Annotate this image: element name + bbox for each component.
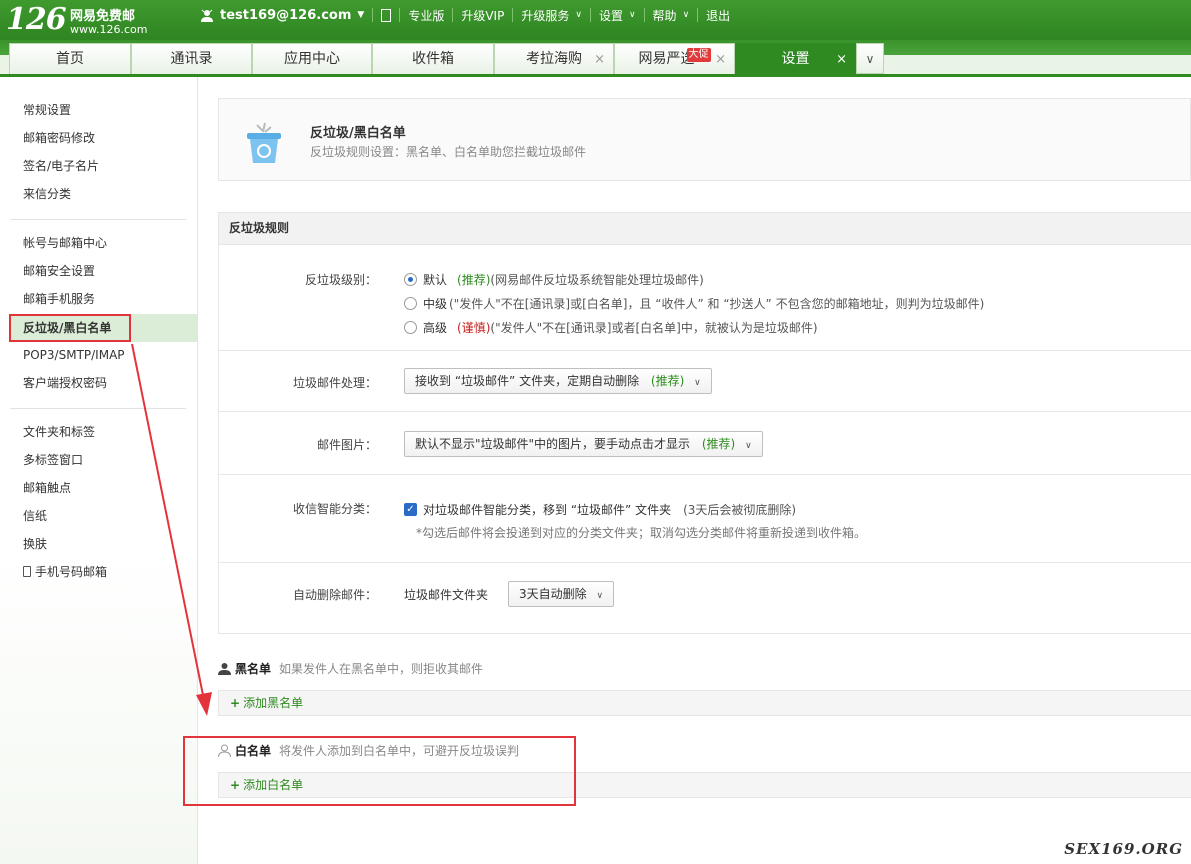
classify-hint: *勾选后邮件将会投递到对应的分类文件夹；取消勾选分类邮件将重新投递到收件箱。: [416, 526, 867, 540]
sidebar-item-security[interactable]: 邮箱安全设置: [23, 257, 95, 285]
tab-app-center[interactable]: 应用中心: [252, 43, 372, 74]
sidebar-item-folders[interactable]: 文件夹和标签: [23, 418, 95, 446]
antispam-rules: 反垃圾规则 反垃圾级别： 默认 (推荐) (网易邮件反垃圾系统智能处理垃圾邮件)…: [218, 212, 1191, 634]
sidebar-item-multi-tab[interactable]: 多标签窗口: [23, 446, 83, 474]
person-icon: [218, 663, 231, 675]
sidebar-item-phone-service[interactable]: 邮箱手机服务: [23, 285, 95, 313]
top-bar: 126 网易免费邮 www.126.com test169@126.com ▼ …: [0, 0, 1191, 40]
sidebar-item-client-auth[interactable]: 客户端授权密码: [23, 369, 107, 397]
chevron-down-icon: ∨: [682, 10, 690, 20]
sidebar-item-general[interactable]: 常规设置: [23, 96, 71, 124]
logo-number: 126: [6, 2, 67, 37]
level-label: 反垃圾级别：: [304, 273, 377, 287]
classify-option[interactable]: ✓ 对垃圾邮件智能分类，移到 “垃圾邮件” 文件夹 (3天后会被彻底删除): [404, 501, 796, 518]
user-email[interactable]: test169@126.com: [220, 8, 351, 23]
tab-kaola[interactable]: 考拉海购 ×: [494, 43, 614, 74]
user-icon: [201, 9, 213, 22]
plus-icon: +: [230, 696, 241, 710]
link-upgrade-vip[interactable]: 升级VIP: [461, 7, 504, 24]
logo-name: 网易免费邮: [70, 9, 136, 24]
watermark: SEX169.ORG: [1064, 840, 1183, 858]
chevron-down-icon: ∨: [694, 378, 701, 388]
sidebar-item-stationery[interactable]: 信纸: [23, 502, 47, 530]
link-logout[interactable]: 退出: [706, 7, 730, 24]
section-title: 反垃圾规则: [219, 213, 1191, 245]
chevron-down-icon: ∨: [575, 10, 582, 20]
tab-yanxuan[interactable]: 网易严选大促 ×: [614, 43, 735, 74]
blacklist-desc: 如果发件人在黑名单中，则拒收其邮件: [279, 662, 484, 676]
close-icon[interactable]: ×: [836, 44, 847, 75]
promo-badge: 大促: [686, 48, 711, 62]
chevron-down-icon: ∨: [745, 441, 752, 451]
handling-label: 垃圾邮件处理：: [292, 376, 377, 390]
sidebar-item-pop3[interactable]: POP3/SMTP/IMAP: [23, 341, 125, 369]
page-header: 反垃圾/黑白名单 反垃圾规则设置：黑名单、白名单助您拦截垃圾邮件: [218, 98, 1191, 181]
sidebar-item-password[interactable]: 邮箱密码修改: [23, 124, 95, 152]
tab-settings[interactable]: 设置 ×: [735, 43, 856, 74]
autodel-label: 自动删除邮件：: [292, 588, 377, 602]
tab-more-button[interactable]: ∨: [856, 43, 884, 74]
page-title: 反垃圾/黑白名单: [310, 126, 406, 141]
autodel-select[interactable]: 3天自动删除 ∨: [508, 581, 615, 607]
classify-label: 收信智能分类：: [292, 502, 377, 516]
sidebar-item-skin[interactable]: 换肤: [23, 530, 47, 558]
highlight-box-whitelist: [183, 736, 576, 806]
page-description: 反垃圾规则设置：黑名单、白名单助您拦截垃圾邮件: [310, 145, 587, 159]
tab-inbox[interactable]: 收件箱: [372, 43, 494, 74]
level-option-high[interactable]: 高级 (谨慎) ("发件人"不在[通讯录]或者[白名单]中，就被认为是垃圾邮件): [404, 319, 818, 336]
chevron-down-icon[interactable]: ▼: [357, 10, 364, 20]
settings-sidebar: 常规设置 邮箱密码修改 签名/电子名片 来信分类 帐号与邮箱中心 邮箱安全设置 …: [0, 77, 198, 864]
tab-contacts[interactable]: 通讯录: [131, 43, 252, 74]
link-settings[interactable]: 设置: [599, 7, 623, 24]
chevron-down-icon: ∨: [596, 591, 604, 601]
close-icon[interactable]: ×: [715, 44, 726, 75]
blacklist-title: 黑名单: [235, 662, 272, 676]
highlight-box-sidebar: [9, 314, 131, 342]
radio-high[interactable]: [404, 321, 417, 334]
level-option-default[interactable]: 默认 (推荐) (网易邮件反垃圾系统智能处理垃圾邮件): [404, 271, 704, 288]
mobile-icon[interactable]: [381, 8, 392, 22]
level-option-medium[interactable]: 中级 ("发件人"不在[通讯录]或[白名单]，且 “收件人” 和 “抄送人” 不…: [404, 295, 984, 312]
chevron-down-icon: ∨: [628, 10, 636, 20]
classify-checkbox[interactable]: ✓: [404, 503, 417, 516]
sidebar-item-account-center[interactable]: 帐号与邮箱中心: [23, 229, 107, 257]
link-help[interactable]: 帮助: [653, 7, 677, 24]
handling-select[interactable]: 接收到 “垃圾邮件” 文件夹，定期自动删除 (推荐) ∨: [404, 368, 712, 394]
trash-bin-icon: [247, 122, 281, 163]
logo-url: www.126.com: [70, 23, 148, 36]
sidebar-item-touch[interactable]: 邮箱触点: [23, 474, 71, 502]
chevron-down-icon: ∨: [865, 52, 875, 66]
radio-default[interactable]: [404, 273, 417, 286]
link-pro[interactable]: 专业版: [408, 7, 444, 24]
radio-medium[interactable]: [404, 297, 417, 310]
image-select[interactable]: 默认不显示"垃圾邮件"中的图片，要手动点击才显示 (推荐) ∨: [404, 431, 763, 457]
autodel-folder: 垃圾邮件文件夹: [404, 588, 489, 602]
sidebar-item-signature[interactable]: 签名/电子名片: [23, 152, 99, 180]
link-upgrade-service[interactable]: 升级服务: [521, 7, 569, 24]
tab-home[interactable]: 首页: [9, 43, 131, 74]
blacklist-header: 黑名单 如果发件人在黑名单中，则拒收其邮件: [218, 660, 483, 677]
sidebar-item-mail-classify[interactable]: 来信分类: [23, 180, 71, 208]
image-label: 邮件图片：: [316, 438, 377, 452]
user-bar: test169@126.com ▼ 专业版 升级VIP 升级服务 ∨ 设置 ∨ 帮助…: [200, 6, 730, 24]
phone-icon: [23, 566, 31, 577]
sidebar-item-phone-mailbox[interactable]: 手机号码邮箱: [23, 558, 107, 586]
close-icon[interactable]: ×: [594, 44, 605, 75]
add-blacklist-button[interactable]: + 添加黑名单: [218, 690, 1191, 716]
